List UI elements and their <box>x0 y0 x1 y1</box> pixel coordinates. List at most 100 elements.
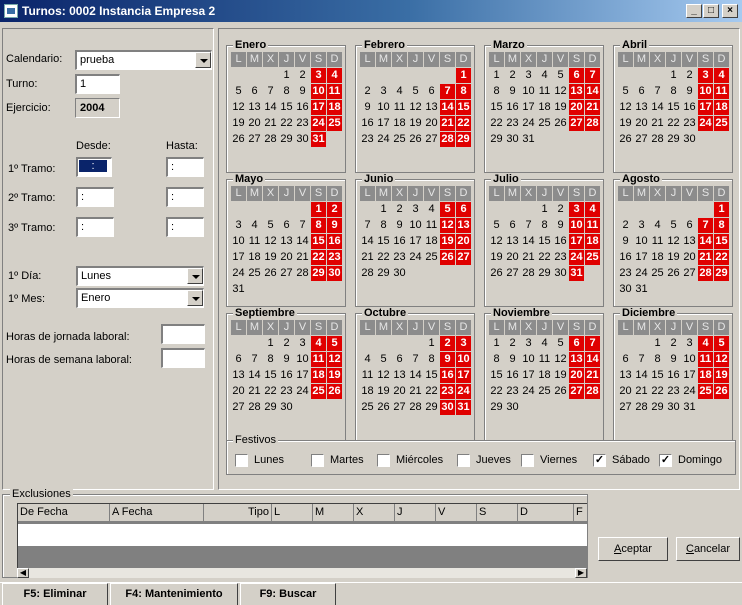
day-cell[interactable]: 15 <box>537 234 552 249</box>
day-cell[interactable]: 29 <box>263 400 278 415</box>
weekend-day[interactable]: 27 <box>456 250 471 265</box>
day-cell[interactable]: 2 <box>618 218 633 233</box>
weekend-day[interactable]: 1 <box>311 202 326 217</box>
day-cell[interactable]: 22 <box>489 384 504 399</box>
weekend-day[interactable]: 30 <box>327 266 342 281</box>
tramo2-hasta-input[interactable]: : <box>166 187 204 207</box>
day-cell[interactable]: 18 <box>360 384 375 399</box>
day-cell[interactable]: 29 <box>666 132 681 147</box>
day-cell[interactable]: 27 <box>231 400 246 415</box>
weekend-day[interactable]: 1 <box>456 68 471 83</box>
day-cell[interactable]: 31 <box>634 282 649 297</box>
weekend-day[interactable]: 28 <box>698 266 713 281</box>
day-cell[interactable]: 18 <box>247 250 262 265</box>
weekend-day[interactable]: 19 <box>440 234 455 249</box>
day-cell[interactable]: 22 <box>489 116 504 131</box>
day-cell[interactable]: 11 <box>537 84 552 99</box>
weekend-day[interactable]: 16 <box>440 368 455 383</box>
cancelar-button[interactable]: Cancelar <box>676 537 740 561</box>
day-cell[interactable]: 8 <box>424 352 439 367</box>
weekend-day[interactable]: 18 <box>698 368 713 383</box>
weekend-day[interactable]: 20 <box>569 100 584 115</box>
day-cell[interactable]: 8 <box>537 218 552 233</box>
day-cell[interactable]: 15 <box>424 368 439 383</box>
day-cell[interactable]: 16 <box>392 234 407 249</box>
day-cell[interactable]: 5 <box>553 336 568 351</box>
day-cell[interactable]: 25 <box>650 266 665 281</box>
day-cell[interactable]: 15 <box>376 234 391 249</box>
festivo-checkbox-viernes[interactable] <box>521 454 534 467</box>
weekend-day[interactable]: 10 <box>698 84 713 99</box>
weekend-day[interactable]: 28 <box>440 132 455 147</box>
day-cell[interactable]: 29 <box>650 400 665 415</box>
day-cell[interactable]: 10 <box>521 352 536 367</box>
day-cell[interactable]: 11 <box>392 100 407 115</box>
day-cell[interactable]: 23 <box>360 132 375 147</box>
weekend-day[interactable]: 7 <box>698 218 713 233</box>
weekend-day[interactable]: 31 <box>569 266 584 281</box>
day-cell[interactable]: 19 <box>553 100 568 115</box>
chevron-down-icon[interactable] <box>187 290 203 306</box>
f5-eliminar-button[interactable]: F5: Eliminar <box>2 583 108 605</box>
day-cell[interactable]: 9 <box>505 352 520 367</box>
weekend-day[interactable]: 25 <box>585 250 600 265</box>
day-cell[interactable]: 4 <box>392 84 407 99</box>
day-cell[interactable]: 16 <box>279 368 294 383</box>
title-bar[interactable]: Turnos: 0002 Instancia Empresa 2 _ □ × <box>0 0 742 22</box>
day-cell[interactable]: 28 <box>408 400 423 415</box>
day-cell[interactable]: 30 <box>295 132 310 147</box>
day-cell[interactable]: 16 <box>666 368 681 383</box>
day-cell[interactable]: 26 <box>618 132 633 147</box>
weekend-day[interactable]: 2 <box>440 336 455 351</box>
day-cell[interactable]: 29 <box>424 400 439 415</box>
festivo-checkbox-jueves[interactable] <box>457 454 470 467</box>
day-cell[interactable]: 14 <box>408 368 423 383</box>
day-cell[interactable]: 18 <box>392 116 407 131</box>
day-cell[interactable]: 6 <box>424 84 439 99</box>
day-cell[interactable]: 16 <box>295 100 310 115</box>
weekend-day[interactable]: 4 <box>714 68 729 83</box>
day-cell[interactable]: 29 <box>489 132 504 147</box>
weekend-day[interactable]: 16 <box>327 234 342 249</box>
weekend-day[interactable]: 20 <box>456 234 471 249</box>
day-cell[interactable]: 30 <box>682 132 697 147</box>
chevron-down-icon[interactable] <box>195 52 211 68</box>
day-cell[interactable]: 13 <box>505 234 520 249</box>
day-cell[interactable]: 24 <box>231 266 246 281</box>
day-cell[interactable]: 6 <box>634 84 649 99</box>
turno-input[interactable]: 1 <box>75 74 120 94</box>
day-cell[interactable]: 21 <box>521 250 536 265</box>
weekend-day[interactable]: 3 <box>456 336 471 351</box>
day-cell[interactable]: 24 <box>295 384 310 399</box>
day-cell[interactable]: 11 <box>424 218 439 233</box>
table-row[interactable] <box>18 524 587 546</box>
day-cell[interactable]: 14 <box>650 100 665 115</box>
weekend-day[interactable]: 6 <box>569 68 584 83</box>
day-cell[interactable]: 10 <box>408 218 423 233</box>
festivo-checkbox-sábado[interactable]: ✓ <box>593 454 606 467</box>
weekend-day[interactable]: 22 <box>456 116 471 131</box>
day-cell[interactable]: 9 <box>360 100 375 115</box>
day-cell[interactable]: 6 <box>682 218 697 233</box>
day-cell[interactable]: 6 <box>231 352 246 367</box>
day-cell[interactable]: 3 <box>231 218 246 233</box>
day-cell[interactable]: 16 <box>505 100 520 115</box>
day-cell[interactable]: 20 <box>231 384 246 399</box>
day-cell[interactable]: 30 <box>505 132 520 147</box>
day-cell[interactable]: 2 <box>666 336 681 351</box>
day-cell[interactable]: 29 <box>537 266 552 281</box>
weekend-day[interactable]: 19 <box>327 368 342 383</box>
weekend-day[interactable]: 13 <box>569 84 584 99</box>
day-cell[interactable]: 22 <box>279 116 294 131</box>
tramo1-desde-input[interactable]: : <box>76 157 112 177</box>
weekend-day[interactable]: 26 <box>714 384 729 399</box>
day-cell[interactable]: 10 <box>231 234 246 249</box>
day-cell[interactable]: 29 <box>279 132 294 147</box>
festivo-checkbox-martes[interactable] <box>311 454 324 467</box>
weekend-day[interactable]: 3 <box>569 202 584 217</box>
column-header[interactable]: V <box>436 504 477 522</box>
weekend-day[interactable]: 8 <box>311 218 326 233</box>
day-cell[interactable]: 28 <box>263 132 278 147</box>
day-cell[interactable]: 28 <box>650 132 665 147</box>
day-cell[interactable]: 6 <box>247 84 262 99</box>
